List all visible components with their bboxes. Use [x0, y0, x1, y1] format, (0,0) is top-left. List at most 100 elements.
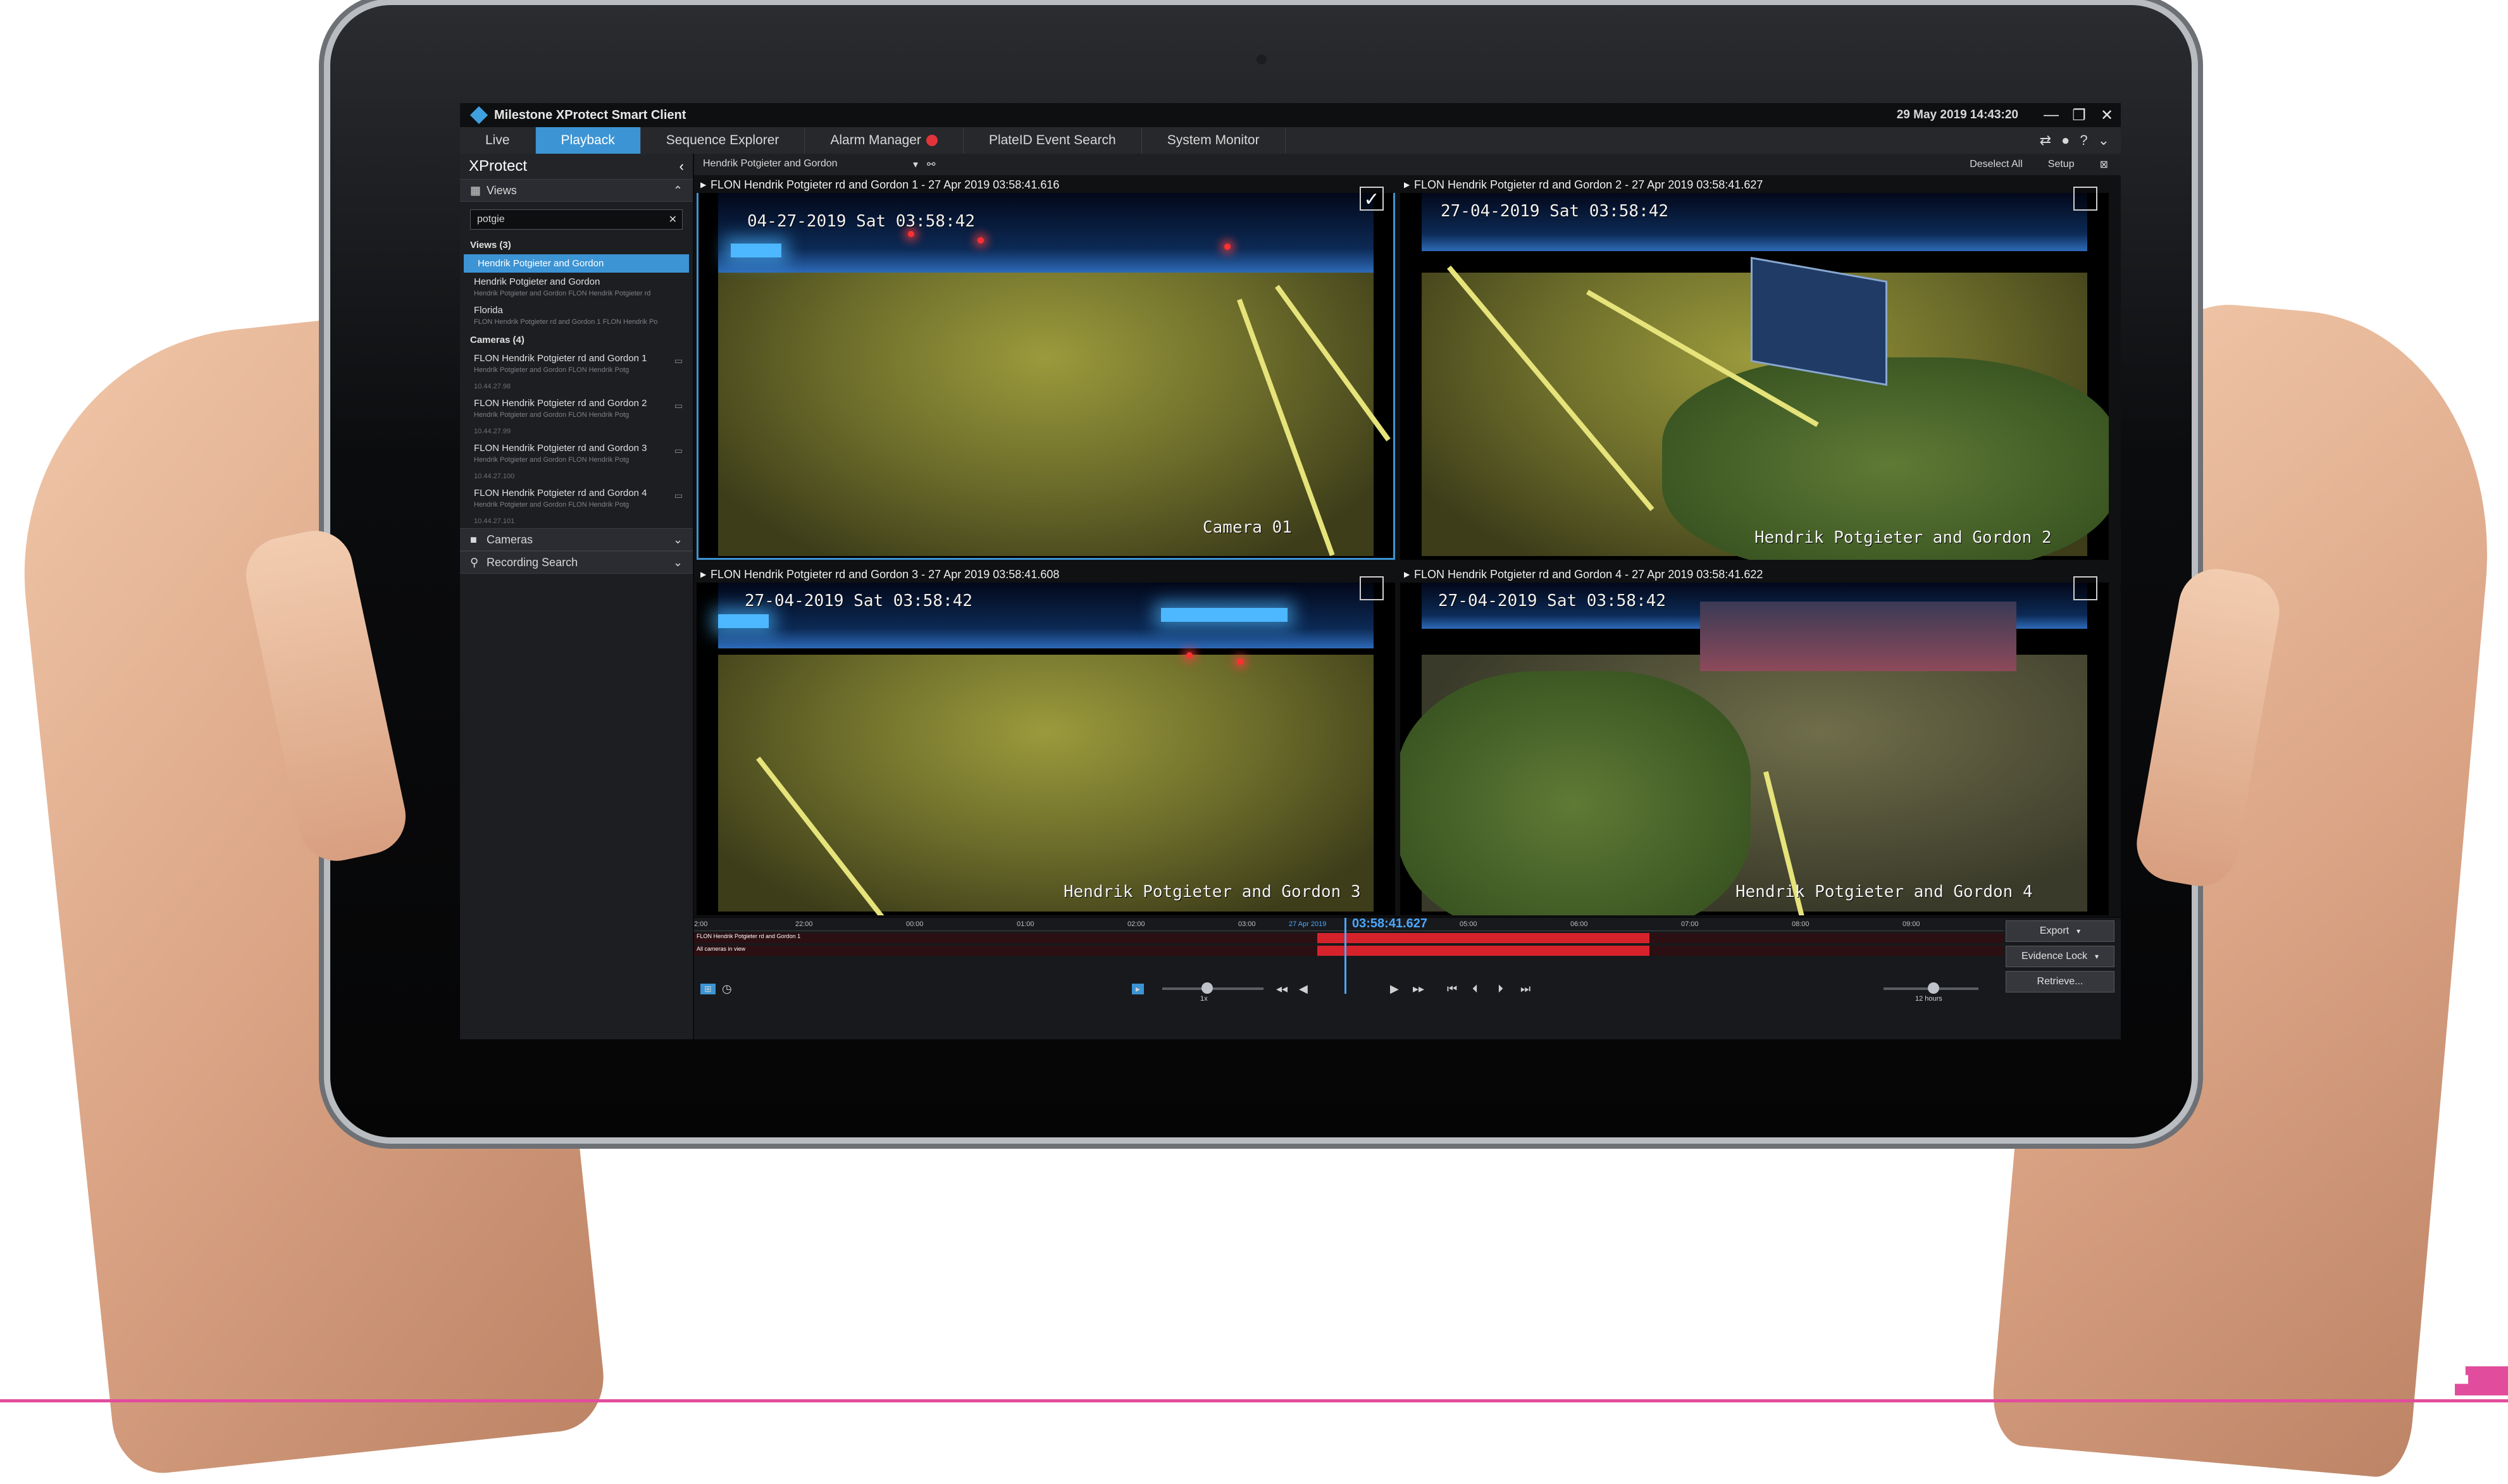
- timeline-mode-icon[interactable]: ⊞: [700, 983, 716, 994]
- deselect-all-button[interactable]: Deselect All: [1970, 159, 2023, 170]
- tab-label: System Monitor: [1167, 133, 1260, 147]
- view-item[interactable]: Hendrik Potgieter and Gordon Hendrik Pot…: [460, 273, 693, 301]
- tablet-device: Milestone XProtect Smart Client 29 May 2…: [330, 5, 2192, 1137]
- view-search-input[interactable]: [476, 213, 669, 226]
- tab-playback[interactable]: Playback: [535, 127, 641, 154]
- tab-plateid-event-search[interactable]: PlateID Event Search: [964, 127, 1142, 154]
- restore-button[interactable]: ❐: [2065, 106, 2093, 125]
- timeline-tick: 01:00: [1017, 920, 1034, 928]
- camera-address: 10.44.27.99: [474, 428, 511, 435]
- feed-light: [1186, 652, 1193, 659]
- camera-tile-4[interactable]: ▶ FLON Hendrik Potgieter rd and Gordon 4…: [1400, 566, 2109, 915]
- pink-divider-line: [0, 1399, 2508, 1402]
- play-icon[interactable]: ▶: [1390, 982, 1399, 996]
- view-item[interactable]: Hendrik Potgieter and Gordon: [464, 254, 689, 273]
- cameras-pane-header[interactable]: ■ Cameras ⌄: [460, 528, 693, 551]
- camera-list-item[interactable]: FLON Hendrik Potgieter rd and Gordon 2 H…: [460, 394, 693, 439]
- chevron-up-icon[interactable]: ⌃: [673, 184, 683, 197]
- tile-select-checkbox[interactable]: [1360, 576, 1384, 600]
- link-icon[interactable]: ⚯: [927, 158, 935, 171]
- time-span-slider-knob[interactable]: [1928, 982, 1939, 994]
- fullscreen-icon[interactable]: ⊠: [2100, 158, 2108, 171]
- timeline-ruler[interactable]: 2:00 22:00 00:00 01:00 02:00 03:00 27 Ap…: [694, 918, 2004, 931]
- view-item-label: Hendrik Potgieter and Gordon: [474, 276, 600, 287]
- setup-button[interactable]: Setup: [2048, 159, 2075, 170]
- previous-sequence-icon[interactable]: ⏮: [1447, 982, 1457, 996]
- alarm-badge-icon: [926, 135, 938, 146]
- reverse-play-icon[interactable]: ◀: [1299, 982, 1308, 996]
- next-sequence-icon[interactable]: ⏭: [1520, 982, 1530, 996]
- clock-icon[interactable]: ◷: [722, 982, 732, 996]
- help-icon[interactable]: ?: [2080, 132, 2087, 149]
- tab-sequence-explorer[interactable]: Sequence Explorer: [641, 127, 805, 154]
- tile-menu-arrow-icon[interactable]: ▶: [1404, 570, 1410, 579]
- next-frame-icon[interactable]: ⏵: [1498, 982, 1503, 996]
- speed-slider-knob[interactable]: [1201, 982, 1213, 994]
- sidebar-header: XProtect ‹: [460, 154, 693, 179]
- camera-icon: ▭: [674, 445, 683, 455]
- tab-alarm-manager[interactable]: Alarm Manager: [805, 127, 964, 154]
- chevron-down-icon[interactable]: ⌄: [673, 556, 683, 569]
- video-feed: [718, 193, 1391, 557]
- camera-list-item[interactable]: FLON Hendrik Potgieter rd and Gordon 3 H…: [460, 439, 693, 484]
- status-icon[interactable]: ●: [2061, 132, 2070, 149]
- speed-slider[interactable]: [1162, 982, 1263, 994]
- tile-menu-arrow-icon[interactable]: ▶: [1404, 180, 1410, 189]
- timeline-tick: 02:00: [1127, 920, 1145, 928]
- collapse-sidebar-icon[interactable]: ‹: [680, 158, 684, 175]
- feed-building: [1700, 602, 2016, 671]
- tab-label: Alarm Manager: [830, 133, 921, 147]
- export-button[interactable]: Export ▾: [2006, 920, 2114, 942]
- step-back-icon[interactable]: ◂◂: [1276, 982, 1288, 996]
- timeline-current-time: 03:58:41.627: [1352, 917, 1427, 931]
- playback-timeline[interactable]: 2:00 22:00 00:00 01:00 02:00 03:00 27 Ap…: [694, 917, 2121, 1039]
- view-selector-dropdown[interactable]: Hendrik Potgieter and Gordon ▾: [703, 158, 918, 171]
- camera-list-item[interactable]: FLON Hendrik Potgieter rd and Gordon 4 H…: [460, 484, 693, 529]
- camera-list-item[interactable]: FLON Hendrik Potgieter rd and Gordon 1 H…: [460, 349, 693, 394]
- chevron-down-icon[interactable]: ⌄: [673, 533, 683, 547]
- osd-camera-name: Hendrik Potgieter and Gordon 3: [1064, 882, 1361, 901]
- recording-search-pane-header[interactable]: ⚲ Recording Search ⌄: [460, 551, 693, 574]
- timeline-track-camera[interactable]: FLON Hendrik Potgieter rd and Gordon 1: [694, 933, 2004, 943]
- tile-select-checkbox[interactable]: ✓: [1360, 187, 1384, 211]
- recording-search-pane-label: Recording Search: [487, 555, 578, 569]
- close-button[interactable]: ✕: [2093, 106, 2121, 125]
- cameras-pane-label: Cameras: [487, 533, 533, 546]
- step-forward-icon[interactable]: ▸▸: [1413, 982, 1424, 996]
- time-span-slider[interactable]: [1884, 982, 1978, 994]
- camera-name: FLON Hendrik Potgieter rd and Gordon 3: [474, 443, 647, 454]
- speed-mode-icon[interactable]: ▸: [1132, 983, 1145, 994]
- sidebar-title: XProtect: [469, 158, 528, 175]
- camera-tile-3[interactable]: ▶ FLON Hendrik Potgieter rd and Gordon 3…: [697, 566, 1395, 915]
- camera-path: Hendrik Potgieter and Gordon FLON Hendri…: [474, 501, 630, 509]
- tile-menu-arrow-icon[interactable]: ▶: [700, 570, 706, 579]
- clear-search-icon[interactable]: ✕: [669, 213, 677, 226]
- minimize-button[interactable]: —: [2037, 106, 2065, 124]
- feed-sky: [718, 193, 1374, 273]
- tab-label: Playback: [561, 133, 615, 147]
- tile-select-checkbox[interactable]: [2073, 187, 2097, 211]
- tile-select-checkbox[interactable]: [2073, 576, 2097, 600]
- network-icon[interactable]: ⇄: [2040, 132, 2051, 149]
- tile-menu-arrow-icon[interactable]: ▶: [700, 180, 706, 189]
- view-item-label: Hendrik Potgieter and Gordon: [478, 258, 604, 269]
- front-camera: [1257, 54, 1267, 65]
- retrieve-button[interactable]: Retrieve...: [2006, 971, 2114, 992]
- evidence-lock-button[interactable]: Evidence Lock ▾: [2006, 946, 2114, 967]
- camera-tile-2[interactable]: ▶ FLON Hendrik Potgieter rd and Gordon 2…: [1400, 176, 2109, 560]
- tile-title: FLON Hendrik Potgieter rd and Gordon 2 -…: [1414, 178, 1763, 191]
- menu-chevron-icon[interactable]: ⌄: [2098, 132, 2109, 149]
- camera-name: FLON Hendrik Potgieter rd and Gordon 1: [474, 353, 647, 364]
- views-pane-header[interactable]: ▦ Views ⌃: [460, 179, 693, 202]
- feed-road: [718, 273, 1374, 556]
- tab-system-monitor[interactable]: System Monitor: [1142, 127, 1286, 154]
- views-grid-icon: ▦: [470, 183, 481, 197]
- previous-frame-icon[interactable]: ⏴: [1472, 982, 1478, 996]
- tab-live[interactable]: Live: [460, 127, 536, 154]
- view-item-path: FLON Hendrik Potgieter rd and Gordon 1 F…: [474, 318, 658, 326]
- camera-tile-1[interactable]: ▶ FLON Hendrik Potgieter rd and Gordon 1…: [697, 176, 1395, 560]
- view-item[interactable]: Florida FLON Hendrik Potgieter rd and Go…: [460, 301, 693, 330]
- timeline-track-all[interactable]: All cameras in view: [694, 946, 2004, 956]
- camera-icon: ■: [470, 533, 477, 546]
- brand-logo-fragment: [2455, 1366, 2508, 1395]
